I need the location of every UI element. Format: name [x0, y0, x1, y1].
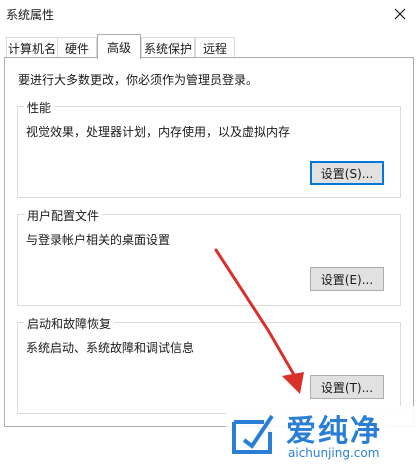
- startup-recovery-group: 启动和故障恢复 系统启动、系统故障和调试信息 设置(T)...: [17, 315, 401, 414]
- tab-strip: 计算机名 硬件 高级 系统保护 远程: [0, 34, 418, 59]
- performance-description: 视觉效果，处理器计划，内存使用，以及虚拟内存: [26, 125, 291, 139]
- tab-hardware[interactable]: 硬件: [57, 37, 97, 58]
- user-profiles-group: 用户配置文件 与登录帐户相关的桌面设置 设置(E)...: [17, 207, 401, 306]
- tab-advanced[interactable]: 高级: [97, 34, 141, 59]
- admin-note: 要进行大多数更改，你必须作为管理员登录。: [18, 73, 259, 87]
- watermark: 爱纯净 aichunjing.com: [226, 406, 418, 464]
- performance-group-title: 性能: [24, 99, 55, 116]
- startup-recovery-description: 系统启动、系统故障和调试信息: [26, 341, 195, 355]
- tab-computer-name[interactable]: 计算机名: [6, 37, 58, 58]
- close-button[interactable]: [386, 2, 414, 26]
- window-title: 系统属性: [6, 8, 55, 22]
- user-profiles-settings-button[interactable]: 设置(E)...: [310, 267, 384, 291]
- performance-group: 性能 视觉效果，处理器计划，内存使用，以及虚拟内存 设置(S)...: [17, 99, 401, 198]
- user-profiles-group-title: 用户配置文件: [24, 207, 103, 224]
- user-profiles-description: 与登录帐户相关的桌面设置: [26, 233, 171, 247]
- startup-recovery-group-title: 启动和故障恢复: [24, 315, 115, 332]
- startup-recovery-settings-button[interactable]: 设置(T)...: [310, 375, 384, 399]
- watermark-name: 爱纯净: [286, 414, 382, 449]
- tab-remote[interactable]: 远程: [195, 37, 235, 58]
- watermark-logo-icon: [232, 414, 274, 454]
- watermark-url: aichunjing.com: [288, 446, 380, 460]
- advanced-tab-panel: 要进行大多数更改，你必须作为管理员登录。 性能 视觉效果，处理器计划，内存使用，…: [4, 57, 414, 427]
- tab-system-protection[interactable]: 系统保护: [141, 37, 195, 58]
- performance-settings-button[interactable]: 设置(S)...: [310, 161, 384, 185]
- title-bar: 系统属性: [0, 0, 418, 30]
- close-icon: [394, 8, 406, 20]
